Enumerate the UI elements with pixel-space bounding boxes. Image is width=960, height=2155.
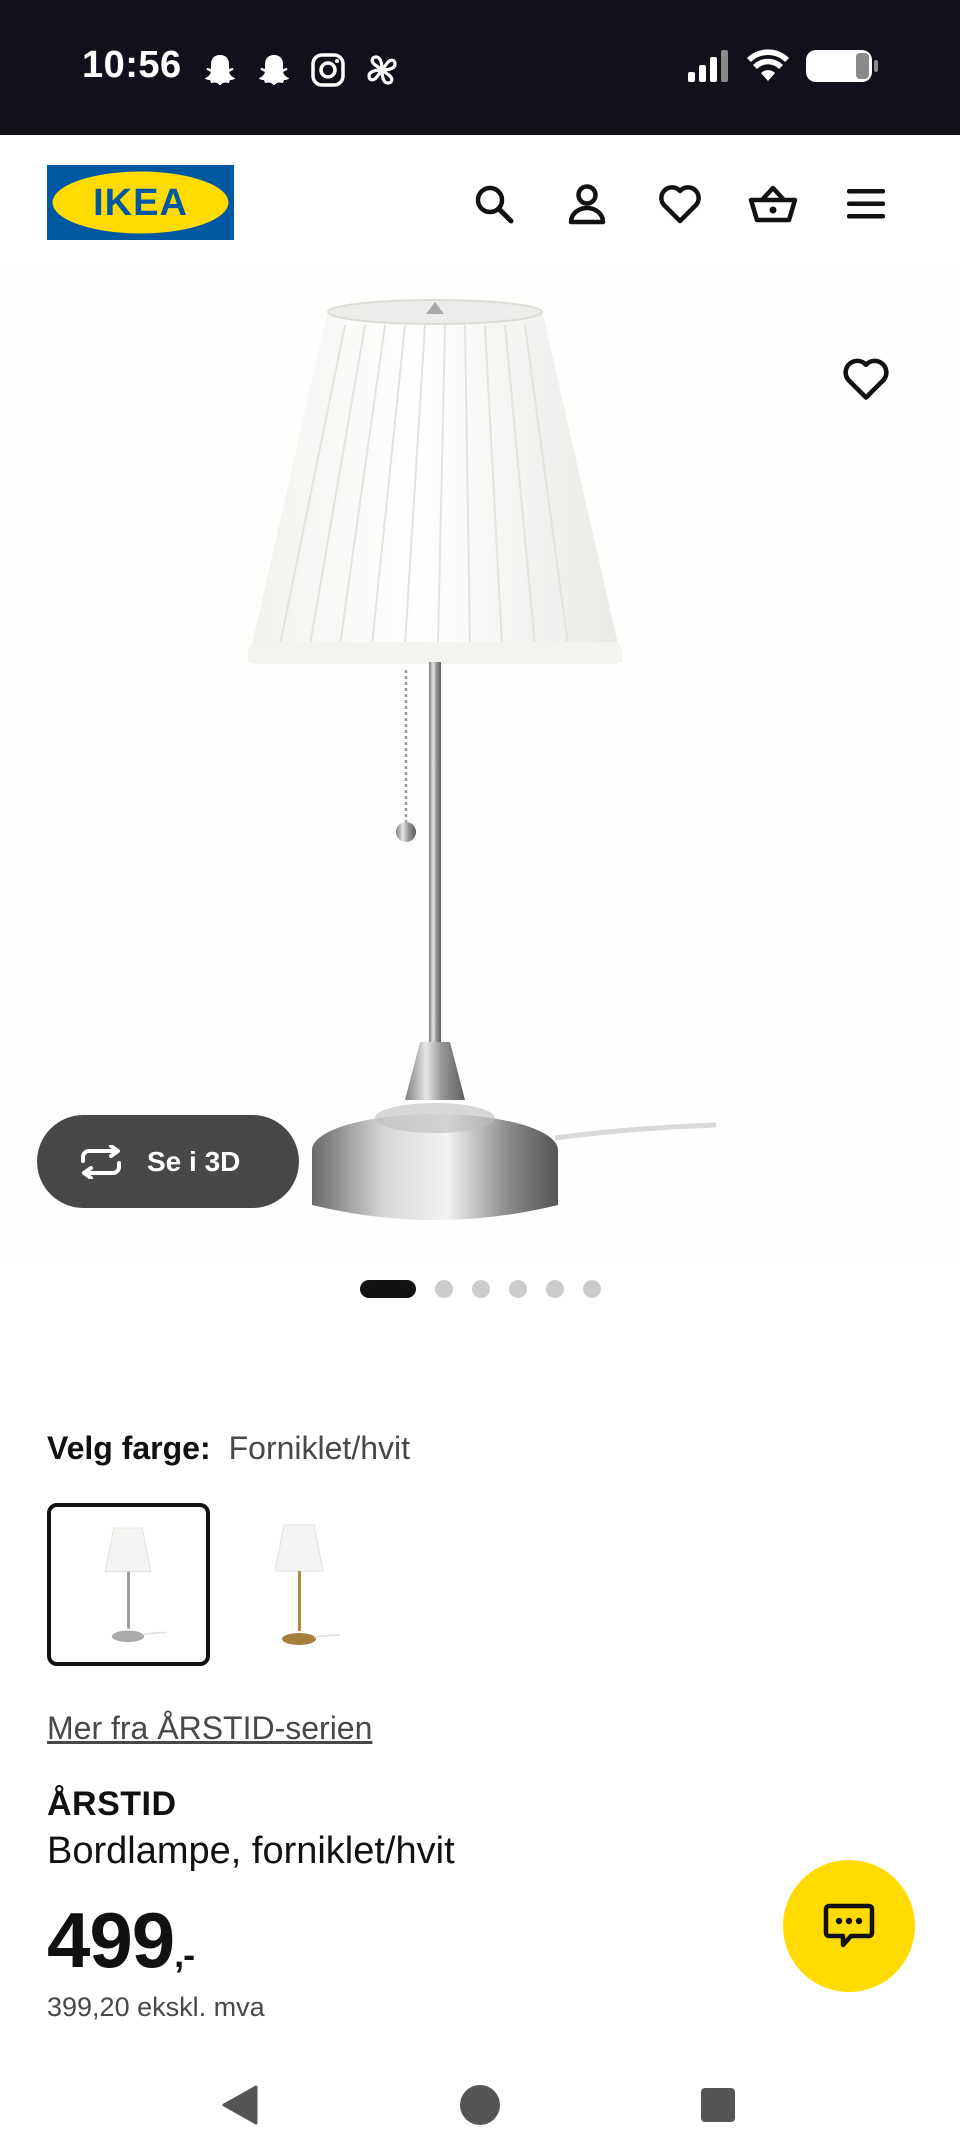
back-icon[interactable] <box>210 2075 270 2135</box>
color-value: Forniklet/hvit <box>228 1430 410 1466</box>
price-suffix: ,- <box>174 1934 195 1975</box>
site-header: IKEA <box>0 135 960 270</box>
chat-button[interactable] <box>783 1860 915 1992</box>
notification-icons <box>200 50 402 90</box>
product-price: 499,- <box>47 1895 195 1986</box>
product-gallery[interactable]: Se i 3D <box>0 270 960 1260</box>
series-link[interactable]: Mer fra ÅRSTID-serien <box>47 1710 372 1747</box>
home-icon[interactable] <box>450 2075 510 2135</box>
status-time: 10:56 <box>82 44 182 86</box>
snapchat-icon <box>259 55 289 85</box>
gallery-pagination <box>0 1280 960 1298</box>
save-to-wishlist-icon[interactable] <box>840 355 892 407</box>
pagination-dot-6[interactable] <box>582 1280 601 1298</box>
wifi-icon <box>747 49 789 81</box>
pinwheel-icon <box>367 55 397 85</box>
account-icon[interactable] <box>560 177 614 231</box>
basket-icon[interactable] <box>746 177 800 231</box>
pagination-dot-3[interactable] <box>471 1280 490 1298</box>
pagination-dot-1[interactable] <box>359 1280 416 1298</box>
instagram-icon <box>311 53 345 87</box>
logo-text: IKEA <box>93 182 188 224</box>
rotate-3d-icon <box>81 1144 121 1179</box>
pagination-dot-5[interactable] <box>545 1280 564 1298</box>
view-in-3d-button[interactable]: Se i 3D <box>37 1115 299 1208</box>
color-swatch-nickel-white[interactable] <box>47 1503 210 1666</box>
color-label: Velg farge: <box>47 1430 211 1466</box>
system-icons <box>686 48 880 84</box>
chat-icon <box>823 1903 875 1948</box>
battery-icon <box>806 50 878 82</box>
pagination-dot-4[interactable] <box>508 1280 527 1298</box>
snapchat-icon <box>205 55 235 85</box>
search-icon[interactable] <box>467 177 521 231</box>
system-navigation-bar <box>0 2055 960 2155</box>
status-bar: 10:56 <box>0 0 960 135</box>
menu-icon[interactable] <box>839 177 893 231</box>
signal-icon <box>688 50 728 82</box>
heart-icon[interactable] <box>653 177 707 231</box>
view-in-3d-label: Se i 3D <box>147 1145 241 1177</box>
pagination-dot-2[interactable] <box>434 1280 453 1298</box>
ikea-logo[interactable]: IKEA <box>47 165 234 240</box>
price-excl-vat: 399,20 ekskl. mva <box>47 1992 265 2022</box>
product-description: Bordlampe, forniklet/hvit <box>47 1830 455 1872</box>
product-name: ÅRSTID <box>47 1785 177 1823</box>
color-swatch-brass-white[interactable] <box>218 1503 381 1666</box>
recents-icon[interactable] <box>688 2075 748 2135</box>
product-image[interactable] <box>0 270 960 1260</box>
color-selector-heading: Velg farge: Forniklet/hvit <box>47 1430 410 1467</box>
price-value: 499 <box>47 1896 175 1984</box>
